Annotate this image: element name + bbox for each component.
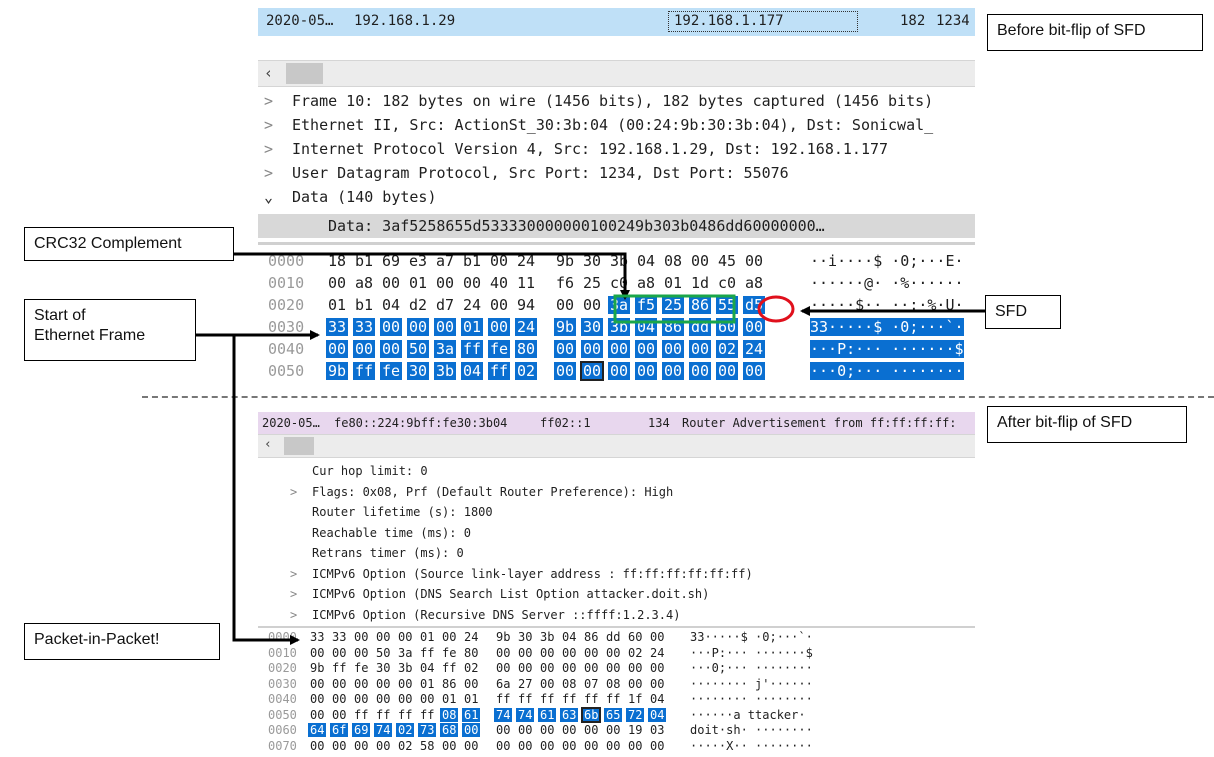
- crc-arrow: [234, 252, 630, 300]
- sfd-highlight-circle: [757, 295, 795, 323]
- pip-arrow: [232, 335, 300, 645]
- annotation-overlay: [196, 252, 985, 645]
- crc-highlight-box: [613, 294, 736, 324]
